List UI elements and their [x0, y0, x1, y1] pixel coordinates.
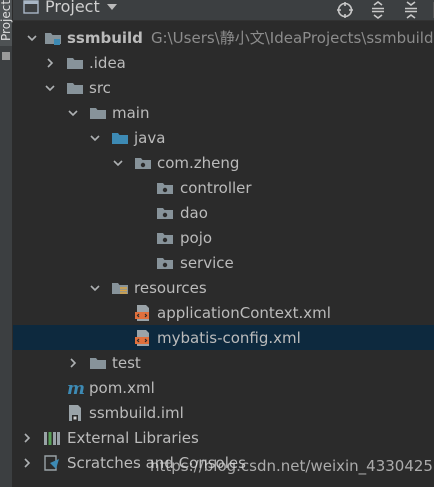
tree-row-src[interactable]: src	[13, 75, 434, 100]
tree-label: pojo	[180, 228, 213, 247]
project-window-icon	[23, 0, 39, 14]
libraries-icon	[43, 429, 61, 447]
module-folder-icon	[44, 29, 62, 47]
scratches-icon	[43, 454, 61, 472]
resources-folder-icon	[111, 279, 129, 297]
tree-row-test[interactable]: test	[13, 350, 434, 375]
project-tool-tab[interactable]: Project	[0, 0, 13, 46]
tree-row-pom[interactable]: m pom.xml	[13, 375, 434, 400]
tree-row-package[interactable]: com.zheng	[13, 150, 434, 175]
chevron-down-icon[interactable]	[67, 107, 79, 119]
iml-file-icon	[66, 404, 84, 422]
chevron-right-icon[interactable]	[67, 357, 79, 369]
tree-row-iml[interactable]: ssmbuild.iml	[13, 400, 434, 425]
project-name: ssmbuild	[67, 29, 143, 47]
tree-label: applicationContext.xml	[157, 303, 331, 322]
package-icon	[134, 154, 152, 172]
xml-file-icon	[134, 304, 152, 322]
tree-row-applicationcontext[interactable]: applicationContext.xml	[13, 300, 434, 325]
tree-label: dao	[180, 203, 208, 222]
project-tree: ssmbuild G:\Users\静小文\IdeaProjects\ssmbui…	[13, 25, 434, 475]
tree-label: src	[89, 78, 111, 97]
tree-label: pom.xml	[89, 378, 155, 397]
tree-label: java	[134, 128, 166, 147]
tree-label: .idea	[89, 53, 126, 72]
folder-icon	[66, 79, 84, 97]
tree-label: com.zheng	[157, 153, 240, 172]
project-view-selector[interactable]: Project	[23, 0, 118, 16]
tree-label: main	[112, 103, 150, 122]
package-icon	[156, 229, 174, 247]
tree-row-main[interactable]: main	[13, 100, 434, 125]
svg-text:m: m	[67, 379, 84, 397]
tree-row-pojo[interactable]: pojo	[13, 225, 434, 250]
chevron-right-icon[interactable]	[21, 457, 33, 469]
strip-marker-icon	[2, 52, 10, 60]
tree-row-service[interactable]: service	[13, 250, 434, 275]
header-actions	[328, 0, 434, 20]
source-folder-icon	[111, 129, 129, 147]
chevron-right-icon[interactable]	[44, 57, 56, 69]
collapse-all-button[interactable]	[394, 0, 427, 20]
locate-file-button[interactable]	[328, 0, 361, 20]
chevron-down-icon[interactable]	[89, 282, 101, 294]
watermark-text: https://blog.csdn.net/weixin_43304253	[150, 457, 434, 475]
chevron-down-icon[interactable]	[89, 132, 101, 144]
tree-row-idea[interactable]: .idea	[13, 50, 434, 75]
project-view-title: Project	[45, 0, 100, 16]
tree-label: mybatis-config.xml	[157, 328, 301, 347]
tree-row-resources[interactable]: resources	[13, 275, 434, 300]
tree-row-external-libraries[interactable]: External Libraries	[13, 425, 434, 450]
tree-row-ssmbuild[interactable]: ssmbuild G:\Users\静小文\IdeaProjects\ssmbui…	[13, 25, 434, 50]
tree-label: External Libraries	[67, 428, 199, 447]
chevron-down-icon[interactable]	[26, 32, 38, 44]
project-header: Project	[13, 0, 434, 21]
folder-icon	[89, 104, 107, 122]
chevron-down-icon[interactable]	[112, 157, 124, 169]
crosshair-icon	[336, 2, 353, 18]
tree-label: ssmbuild.iml	[89, 403, 184, 422]
tree-label: resources	[134, 278, 207, 297]
tree-row-mybatis-config[interactable]: mybatis-config.xml	[13, 325, 434, 350]
project-path: G:\Users\静小文\IdeaProjects\ssmbuild	[150, 29, 434, 47]
tree-label: test	[112, 353, 141, 372]
chevron-right-icon[interactable]	[21, 432, 33, 444]
folder-icon	[89, 354, 107, 372]
tree-label: controller	[180, 178, 252, 197]
package-icon	[156, 179, 174, 197]
package-icon	[156, 204, 174, 222]
project-tool-tab-label: Project	[0, 0, 13, 41]
xml-file-icon	[134, 329, 152, 347]
tool-window-strip: Project	[0, 0, 13, 487]
tree-row-controller[interactable]: controller	[13, 175, 434, 200]
expand-all-button[interactable]	[361, 0, 394, 20]
collapse-all-icon	[404, 1, 417, 19]
tree-row-dao[interactable]: dao	[13, 200, 434, 225]
maven-icon: m	[66, 379, 84, 397]
chevron-down-icon[interactable]	[44, 82, 56, 94]
tree-label: service	[180, 253, 234, 272]
folder-icon	[66, 54, 84, 72]
tree-row-java[interactable]: java	[13, 125, 434, 150]
package-icon	[156, 254, 174, 272]
expand-all-icon	[371, 1, 384, 19]
chevron-down-icon	[106, 3, 117, 10]
